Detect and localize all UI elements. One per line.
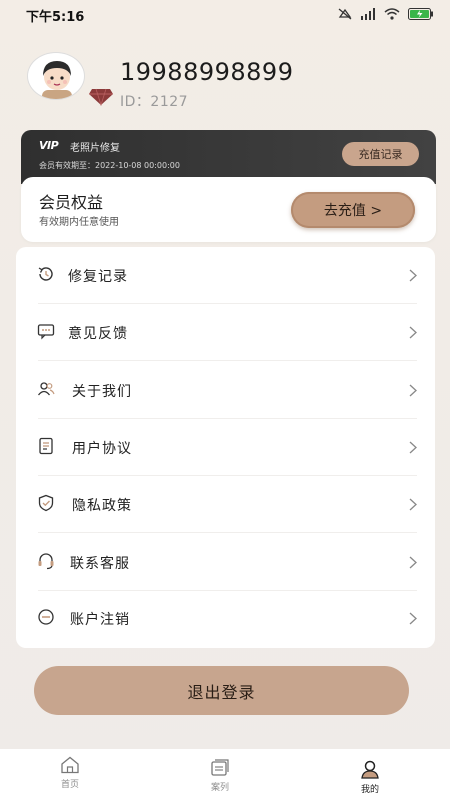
profile-icon bbox=[361, 760, 379, 779]
chevron-right-icon bbox=[409, 498, 417, 511]
battery-icon bbox=[408, 8, 433, 20]
tab-label: 案列 bbox=[210, 783, 229, 793]
chevron-right-icon bbox=[409, 384, 417, 397]
bottom-tab-bar: 首页 案列 我的 bbox=[0, 749, 450, 800]
tab-label: 首页 bbox=[60, 780, 79, 790]
chevron-right-icon bbox=[409, 326, 417, 339]
menu-label: 意见反馈 bbox=[68, 326, 128, 342]
settings-menu: 修复记录 意见反馈 关于我们 用户协议 隐私政策 联系客服 账户注销 bbox=[16, 247, 435, 648]
tab-mine[interactable]: 我的 bbox=[330, 760, 410, 795]
shield-icon bbox=[38, 494, 54, 512]
tab-label: 我的 bbox=[360, 785, 379, 795]
wifi-icon bbox=[384, 8, 400, 20]
menu-item-repair-history[interactable]: 修复记录 bbox=[16, 247, 435, 304]
divider bbox=[38, 360, 417, 361]
benefits-title: 会员权益 bbox=[39, 193, 104, 212]
menu-label: 账户注销 bbox=[70, 612, 130, 628]
menu-label: 修复记录 bbox=[68, 269, 128, 285]
vip-title: 老照片修复 bbox=[70, 143, 120, 154]
user-id: ID：2127 bbox=[120, 94, 189, 110]
go-recharge-button[interactable]: 去充值 > bbox=[291, 192, 415, 228]
member-benefits-card: 会员权益 有效期内任意使用 去充值 > bbox=[21, 177, 436, 242]
chevron-right-icon bbox=[409, 441, 417, 454]
menu-item-privacy-policy[interactable]: 隐私政策 bbox=[16, 476, 435, 533]
divider bbox=[38, 532, 417, 533]
menu-item-cancel-account[interactable]: 账户注销 bbox=[16, 590, 435, 647]
history-icon bbox=[38, 267, 53, 281]
menu-item-user-agreement[interactable]: 用户协议 bbox=[16, 419, 435, 476]
status-time: 下午5:16 bbox=[26, 10, 85, 25]
vip-card: VIP 老照片修复 会员有效期至：2022-10-08 00:00:00 充值记… bbox=[21, 130, 436, 184]
cases-icon bbox=[211, 759, 229, 776]
users-icon bbox=[37, 382, 55, 396]
status-bar: 下午5:16 bbox=[0, 0, 450, 30]
menu-label: 联系客服 bbox=[70, 556, 130, 572]
phone-number: 19988998899 bbox=[120, 58, 294, 86]
status-icons bbox=[338, 8, 434, 20]
tab-cases[interactable]: 案列 bbox=[180, 759, 260, 793]
document-icon bbox=[39, 437, 53, 455]
home-icon bbox=[61, 756, 79, 774]
recharge-record-button[interactable]: 充值记录 bbox=[342, 142, 419, 166]
benefits-subtitle: 有效期内任意使用 bbox=[39, 217, 119, 228]
chevron-right-icon bbox=[409, 556, 417, 569]
tab-home[interactable]: 首页 bbox=[30, 756, 110, 790]
vip-logo: VIP bbox=[39, 139, 59, 152]
mute-icon bbox=[338, 8, 352, 20]
customer-service-icon bbox=[38, 553, 54, 570]
diamond-icon bbox=[89, 88, 113, 106]
logout-button[interactable]: 退出登录 bbox=[34, 666, 409, 715]
menu-label: 隐私政策 bbox=[72, 498, 132, 514]
menu-item-about-us[interactable]: 关于我们 bbox=[16, 362, 435, 419]
menu-item-customer-service[interactable]: 联系客服 bbox=[16, 534, 435, 591]
avatar[interactable] bbox=[27, 52, 85, 100]
feedback-icon bbox=[37, 324, 55, 340]
chevron-right-icon bbox=[409, 612, 417, 625]
signal-icon bbox=[361, 8, 375, 20]
vip-expire-date: 会员有效期至：2022-10-08 00:00:00 bbox=[39, 161, 180, 170]
menu-label: 用户协议 bbox=[72, 441, 132, 457]
menu-item-feedback[interactable]: 意见反馈 bbox=[16, 304, 435, 361]
chevron-right-icon bbox=[409, 269, 417, 282]
menu-label: 关于我们 bbox=[72, 384, 132, 400]
cancel-account-icon bbox=[38, 609, 54, 625]
